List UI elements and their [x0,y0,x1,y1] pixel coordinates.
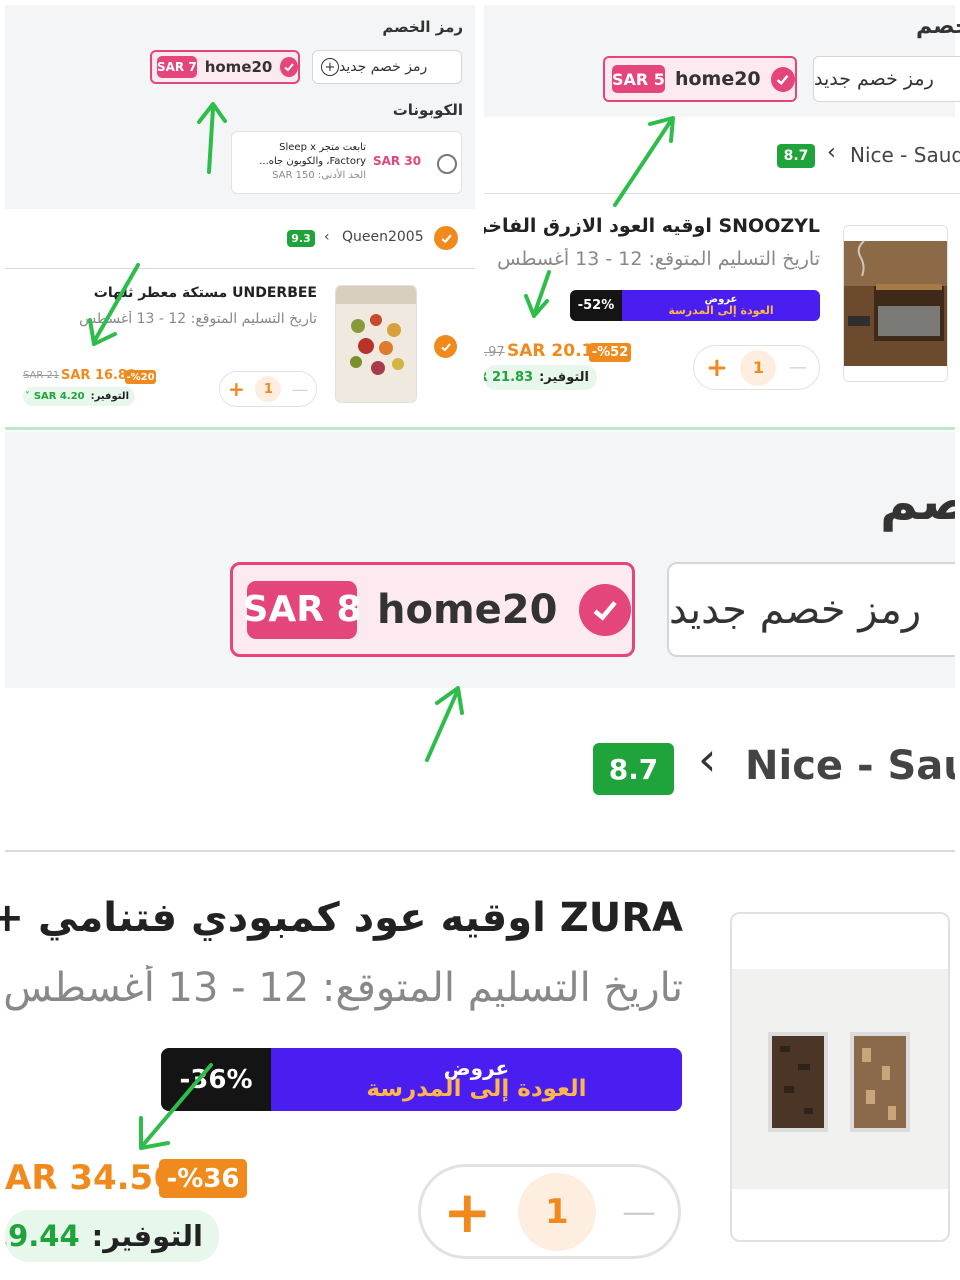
quantity-value: 1 [517,1172,596,1251]
saving-pill: التوفير: 19.44 [5,1210,219,1262]
quantity-stepper[interactable]: + 1 — [418,1164,681,1259]
divider [484,193,960,194]
discount-code-title: رمز الخصم [382,18,463,36]
product-title[interactable]: ZURA اوقيه عود كمبودي فتنامي + [0,895,683,941]
applied-coupon-chip[interactable]: SAR 7 home20 [150,50,300,84]
current-price: AR 34.56 [5,1158,177,1198]
increase-button[interactable]: + [706,353,728,383]
store-name[interactable]: Nice - Saudi [850,143,960,167]
saving-value: R 21.83 [484,370,534,385]
banner-percent: -36% [161,1048,271,1111]
coupon-code: home20 [377,586,558,633]
quantity-value: 1 [255,376,282,402]
saving-label: التوفير: [91,1219,203,1253]
new-code-label: رمز خصم جديد [339,59,428,75]
discount-badge: -%36 [159,1159,247,1198]
new-code-button[interactable]: + رمز خصم جديد [312,50,462,84]
saving-value: 19.44 [5,1219,80,1253]
discount-code-title: خصم [880,472,955,532]
saving-value: SAR 4.20 [33,391,85,402]
chevron-down-icon: ˅ [24,391,30,402]
new-code-button[interactable]: رمز خصم جديد [813,56,960,102]
banner-percent: -52% [570,290,622,321]
applied-coupon-chip[interactable]: SAR 5 home20 [603,56,797,102]
saving-label: التوفير: [90,391,129,402]
new-code-label: رمز خصم جديد [669,586,922,633]
divider [5,850,955,852]
saving-pill: التوفير: R 21.83 [484,365,597,390]
coupons-title: الكوبونات [392,101,463,119]
decrease-button[interactable]: — [789,357,807,378]
delivery-date: تاريخ التسليم المتوقع: 12 - 13 أغسطس [79,311,317,327]
divider [5,268,475,269]
promo-banner: -52% عروض العودة إلى المدرسة [570,290,820,321]
coupon-code: home20 [674,68,761,90]
coupon-amount-badge: SAR 7 [157,56,197,78]
product-image[interactable] [730,912,950,1242]
delivery-date: تاريخ التسليم المتوقع: 12 - 13 أغسطس [497,248,820,270]
product-select-check[interactable] [434,335,457,358]
coupon-card-desc: Factory، والكوبون جاه... [259,156,366,167]
discount-code-title: خصم [916,14,960,39]
plus-circle-icon: + [321,58,339,76]
arrow-to-price-tl [93,263,140,342]
product-title[interactable]: UNDERBEE مستكة معطر ثلهات [17,285,317,301]
check-icon [579,583,632,636]
chevron-left-icon: ‹ [324,229,330,245]
top-right-crop: خصم SAR 5 home20 رمز خصم جديد 8.7 ‹ Nice… [484,0,960,420]
promo-banner: -36% عروض العودة إلى المدرسة [161,1048,682,1111]
banner-line2: العودة إلى المدرسة [366,1076,587,1102]
new-code-button[interactable]: رمز خصم جديد [667,562,955,657]
decrease-button[interactable]: — [292,380,308,399]
discount-badge: -%52 [589,343,631,362]
coupon-card-min: الحد الأدنى: SAR 150 [272,170,366,181]
check-icon [280,57,298,77]
coupon-code: home20 [204,58,273,76]
chevron-left-icon: ‹ [827,140,836,165]
store-select-check[interactable] [434,226,458,250]
increase-button[interactable]: + [228,377,245,401]
saving-pill: التوفير: SAR 4.20 ˅ [23,387,135,406]
chevron-left-icon: ‹ [698,732,717,786]
saving-label: التوفير: [539,370,589,385]
product-title[interactable]: SNOOZYL اوقيه العود الازرق الفاخر 3 [484,215,820,237]
quantity-stepper[interactable]: + 1 — [693,345,820,390]
banner-line1: عروض [443,1056,510,1080]
store-score-badge: 8.7 [777,144,815,168]
coupon-amount-badge: SAR 8 [242,580,362,639]
quantity-stepper[interactable]: + 1 — [219,371,317,407]
store-score-badge: 9.3 [287,230,315,247]
coupon-card[interactable]: SAR 30 تابعت متجر Sleep x Factory، والكو… [231,131,462,194]
store-name[interactable]: Queen2005 [342,229,424,245]
discount-badge: -%20 [125,370,156,384]
coupon-card-title: تابعت متجر Sleep x [279,142,366,153]
check-icon [770,66,795,92]
applied-coupon-chip[interactable]: SAR 8 home20 [230,562,635,657]
store-score-badge: 8.7 [593,743,674,795]
coupon-card-amount: SAR 30 [373,154,422,168]
bottom-crop: خصم SAR 8 home20 رمز خصم جديد 8.7 ‹ Nice… [0,430,955,1280]
old-price: .97 [484,345,505,360]
coupon-radio[interactable] [437,154,457,174]
product-image[interactable] [843,225,948,382]
store-name[interactable]: Nice - Saud [745,743,955,789]
delivery-date: تاريخ التسليم المتوقع: 12 - 13 أغسطس [3,965,683,1011]
banner-line2: العودة إلى المدرسة [668,304,774,317]
quantity-value: 1 [740,349,777,386]
product-image[interactable] [335,285,417,403]
new-code-label: رمز خصم جديد [814,68,934,90]
decrease-button[interactable]: — [622,1192,656,1232]
coupon-amount-badge: SAR 5 [612,65,665,93]
increase-button[interactable]: + [443,1183,492,1241]
old-price: SAR 21 [23,370,60,381]
